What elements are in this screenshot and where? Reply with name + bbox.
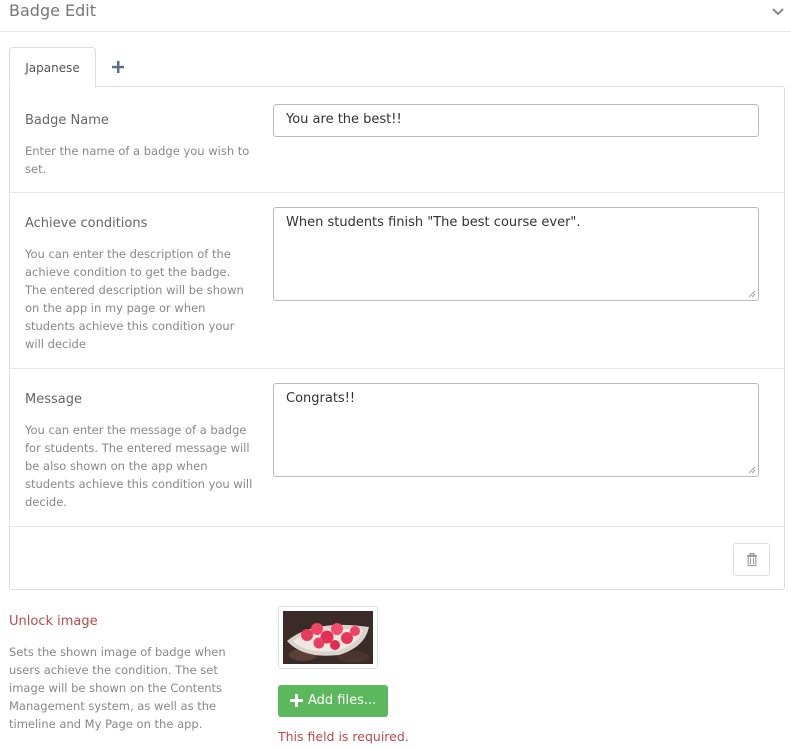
- unlock-image-error: This field is required.: [278, 729, 409, 744]
- message-label: Message: [25, 392, 82, 407]
- trash-icon: [747, 553, 757, 566]
- resize-handle-icon[interactable]: [748, 290, 756, 298]
- achieve-conditions-help: You can enter the description of the ach…: [25, 247, 244, 351]
- badge-name-row: Badge Name Enter the name of a badge you…: [10, 87, 784, 193]
- unlock-image-thumbnail: [278, 606, 378, 669]
- chevron-down-icon[interactable]: [771, 4, 785, 18]
- plus-icon: [290, 694, 303, 707]
- badge-name-help: Enter the name of a badge you wish to se…: [25, 144, 250, 176]
- section-title: Badge Edit: [9, 1, 97, 20]
- achieve-conditions-row: Achieve conditions You can enter the des…: [10, 193, 784, 369]
- tab-panel: Badge Name Enter the name of a badge you…: [9, 86, 785, 590]
- achieve-conditions-textarea[interactable]: When students finish "The best course ev…: [273, 207, 759, 301]
- message-row: Message You can enter the message of a b…: [10, 369, 784, 527]
- delete-button[interactable]: [733, 543, 770, 576]
- achieve-conditions-label: Achieve conditions: [25, 216, 148, 231]
- plus-icon[interactable]: [109, 58, 127, 76]
- add-files-button[interactable]: Add files...: [278, 685, 388, 717]
- add-files-label: Add files...: [308, 693, 377, 708]
- raspberries-image: [283, 611, 373, 664]
- message-value: Congrats!!: [286, 391, 356, 406]
- language-tabs: Japanese: [9, 47, 785, 88]
- achieve-conditions-value: When students finish "The best course ev…: [286, 215, 581, 230]
- badge-name-label: Badge Name: [25, 113, 109, 128]
- message-help: You can enter the message of a badge for…: [25, 423, 253, 509]
- section-header[interactable]: Badge Edit: [0, 0, 791, 32]
- tab-japanese[interactable]: Japanese: [9, 47, 96, 88]
- badge-name-input[interactable]: You are the best!!: [273, 104, 759, 137]
- message-textarea[interactable]: Congrats!!: [273, 383, 759, 477]
- unlock-image-help: Sets the shown image of badge when users…: [9, 645, 226, 731]
- unlock-image-label: Unlock image: [9, 614, 98, 629]
- resize-handle-icon[interactable]: [748, 466, 756, 474]
